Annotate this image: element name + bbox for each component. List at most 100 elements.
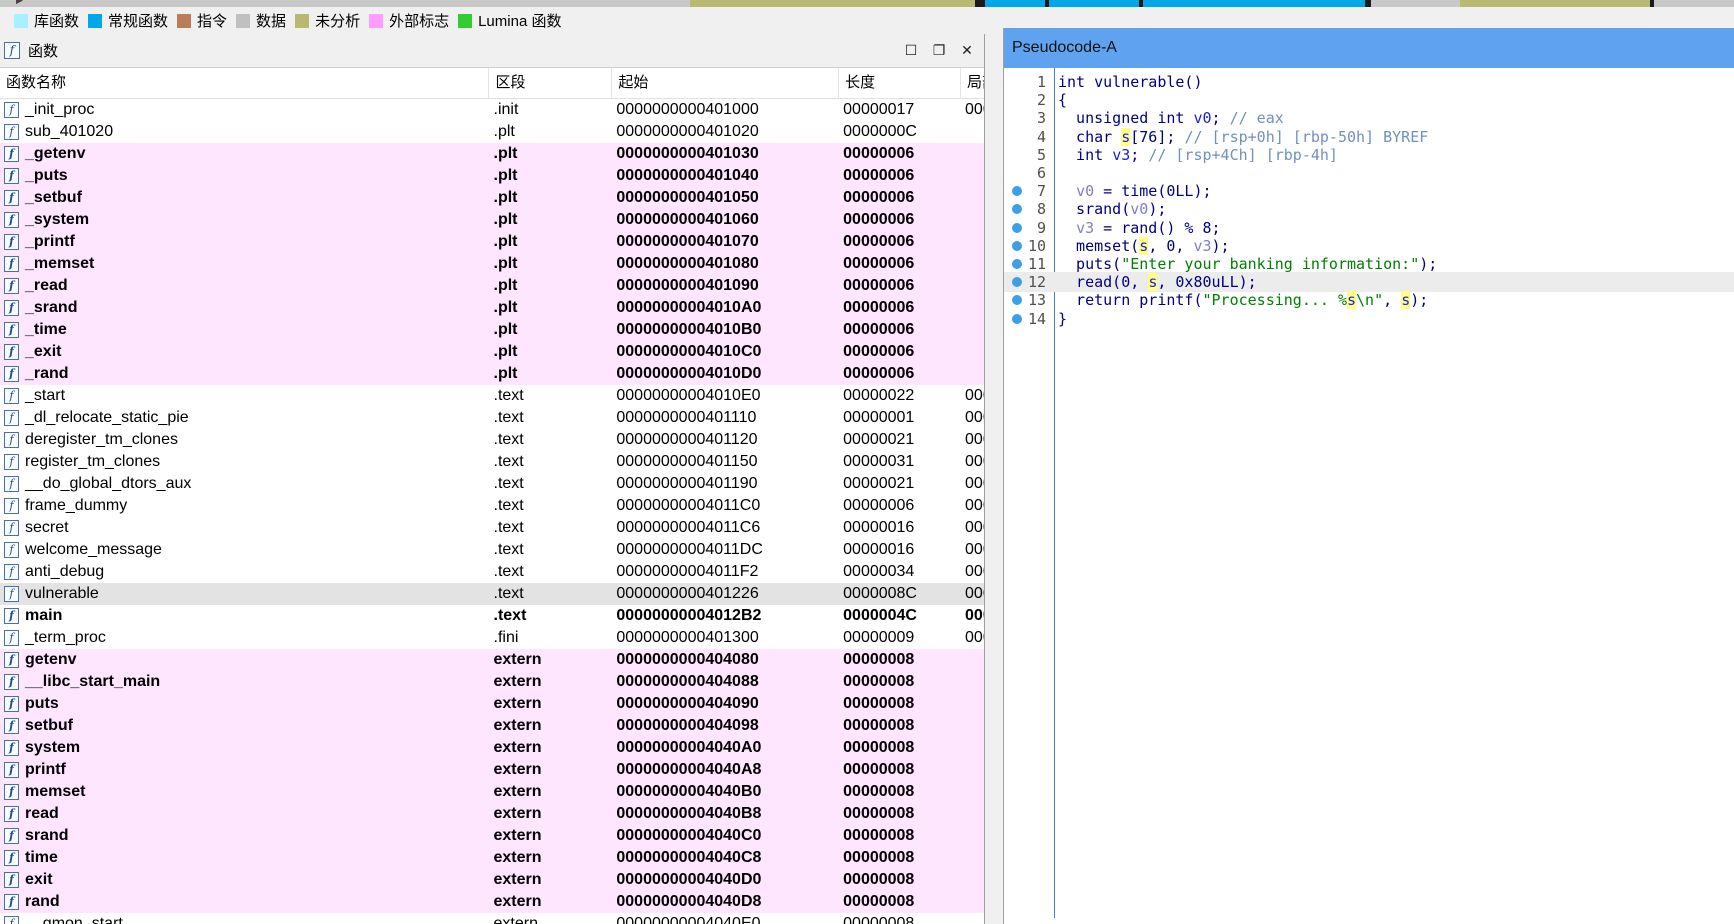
- function-row[interactable]: f puts extern 0000000000404090 00000008: [0, 693, 984, 715]
- function-row[interactable]: f exit extern 00000000004040D0 00000008: [0, 869, 984, 891]
- function-row[interactable]: f _dl_relocate_static_pie .text 00000000004…: [0, 407, 984, 429]
- function-row[interactable]: f _rand .plt 00000000004010D0 00000006: [0, 363, 984, 385]
- function-row[interactable]: f _setbuf .plt 0000000000401050 00000006: [0, 187, 984, 209]
- function-row[interactable]: f read extern 00000000004040B8 00000008: [0, 803, 984, 825]
- code-line[interactable]: 11 puts("Enter your banking information:…: [1004, 254, 1734, 274]
- function-icon: f: [4, 42, 20, 59]
- breakpoint-icon[interactable]: [1012, 240, 1022, 251]
- code-line[interactable]: 13 return printf("Processing... %s\n", s…: [1004, 290, 1734, 310]
- code-line[interactable]: 2{: [1004, 90, 1734, 110]
- function-row[interactable]: f _srand .plt 00000000004010A0 00000006: [0, 297, 984, 319]
- breakpoint-icon[interactable]: [1012, 186, 1022, 197]
- breakpoint-icon[interactable]: [1012, 313, 1022, 324]
- function-name: memset: [25, 783, 86, 800]
- function-local: 000: [965, 431, 984, 448]
- function-name-cell: f secret: [0, 517, 490, 539]
- maximize-icon[interactable]: ☐: [904, 42, 918, 59]
- code-line[interactable]: 6: [1004, 163, 1734, 183]
- code-token: = rand() % 8;: [1094, 218, 1221, 237]
- function-name: _start: [25, 387, 66, 404]
- breakpoint-icon[interactable]: [1012, 295, 1022, 306]
- function-row[interactable]: f printf extern 00000000004040A8 00000008: [0, 759, 984, 781]
- code-line[interactable]: 9 v3 = rand() % 8;: [1004, 218, 1734, 238]
- function-length: 00000021: [843, 475, 915, 492]
- function-length: 00000001: [843, 409, 915, 426]
- function-icon: f: [4, 520, 19, 536]
- function-icon: f: [4, 454, 19, 470]
- function-row[interactable]: f time extern 00000000004040C8 00000008: [0, 847, 984, 869]
- function-row[interactable]: f welcome_message .text 00000000004011DC 000…: [0, 539, 984, 561]
- function-start: 0000000000401300: [616, 629, 759, 646]
- function-row[interactable]: f _system .plt 0000000000401060 00000006: [0, 209, 984, 231]
- function-row[interactable]: f anti_debug .text 00000000004011F2 00000034…: [0, 561, 984, 583]
- column-header-start[interactable]: 起始: [612, 68, 840, 98]
- function-row[interactable]: f memset extern 00000000004040B0 00000008: [0, 781, 984, 803]
- code-line[interactable]: 1 int vulnerable(): [1004, 72, 1734, 92]
- function-local: 000: [965, 101, 984, 118]
- code-line[interactable]: 14}: [1004, 309, 1734, 329]
- column-header-segment[interactable]: 区段: [489, 68, 613, 98]
- breakpoint-icon[interactable]: [1012, 277, 1022, 288]
- code-line[interactable]: 10 memset(s, 0, v3);: [1004, 236, 1734, 256]
- function-start: 0000000000401110: [616, 409, 757, 426]
- function-row[interactable]: f vulnerable .text 0000000000401226 0000008C…: [0, 583, 984, 605]
- function-row[interactable]: f getenv extern 0000000000404080 00000008: [0, 649, 984, 671]
- column-header-local[interactable]: 局部: [961, 68, 984, 98]
- function-row[interactable]: f _printf .plt 0000000000401070 00000006: [0, 231, 984, 253]
- code-line[interactable]: 12 read(0, s, 0x80uLL);: [1004, 272, 1734, 293]
- function-row[interactable]: f system extern 00000000004040A0 00000008: [0, 737, 984, 759]
- close-icon[interactable]: ✕: [960, 42, 974, 59]
- function-segment: .plt: [493, 145, 518, 162]
- function-name: exit: [25, 871, 53, 888]
- function-row[interactable]: f __do_global_dtors_aux .text 0000000000401…: [0, 473, 984, 495]
- function-local: [961, 209, 984, 231]
- function-segment: extern: [493, 651, 542, 668]
- function-row[interactable]: f _getenv .plt 0000000000401030 00000006: [0, 143, 984, 165]
- function-segment: extern: [493, 871, 542, 888]
- code-line[interactable]: 3 unsigned int v0; // eax: [1004, 108, 1734, 128]
- navigation-band[interactable]: ▶: [0, 0, 1734, 7]
- breakpoint-icon[interactable]: [1012, 259, 1022, 269]
- function-row[interactable]: f srand extern 00000000004040C0 00000008: [0, 825, 984, 847]
- function-row[interactable]: f setbuf extern 0000000000404098 00000008: [0, 715, 984, 737]
- function-row[interactable]: f _exit .plt 00000000004010C0 00000006: [0, 341, 984, 363]
- function-segment: extern: [493, 783, 542, 800]
- pseudocode-tab[interactable]: Pseudocode-A: [1004, 28, 1734, 68]
- column-header-length[interactable]: 长度: [839, 68, 961, 98]
- function-row[interactable]: f _start .text 00000000004010E0 00000022 000: [0, 385, 984, 407]
- function-length: 00000008: [843, 651, 915, 668]
- code-text: v3 = rand() % 8;: [1058, 218, 1221, 238]
- function-segment: extern: [493, 695, 542, 712]
- column-header-name[interactable]: 函数名称: [0, 68, 490, 98]
- function-row[interactable]: f deregister_tm_clones .text 00000000004011…: [0, 429, 984, 451]
- code-line[interactable]: 5 int v3; // [rsp+4Ch] [rbp-4h]: [1004, 145, 1734, 165]
- code-line[interactable]: 4 char s[76]; // [rsp+0h] [rbp-50h] BYRE…: [1004, 127, 1734, 147]
- function-row[interactable]: f _read .plt 0000000000401090 00000006: [0, 275, 984, 297]
- function-length: 00000006: [843, 189, 915, 206]
- function-row[interactable]: f _memset .plt 0000000000401080 00000006: [0, 253, 984, 275]
- function-row[interactable]: f __gmon_start__ extern 00000000004040E0 000…: [0, 913, 984, 924]
- function-icon: f: [4, 542, 19, 558]
- function-name: __do_global_dtors_aux: [25, 475, 192, 492]
- function-row[interactable]: fmain.text00000000004012B20000004C000: [0, 605, 984, 627]
- restore-icon[interactable]: ❐: [932, 42, 946, 59]
- code-line[interactable]: 8 srand(v0);: [1004, 199, 1734, 219]
- function-row[interactable]: f frame_dummy .text 00000000004011C0 0000000…: [0, 495, 984, 517]
- function-row[interactable]: f _puts .plt 0000000000401040 00000006: [0, 165, 984, 187]
- function-segment: .text: [493, 409, 524, 426]
- function-row[interactable]: f _term_proc .fini 0000000000401300 00000009…: [0, 627, 984, 649]
- function-row[interactable]: f __libc_start_main extern 0000000000404088…: [0, 671, 984, 693]
- code-line[interactable]: 7 v0 = time(0LL);: [1004, 181, 1734, 201]
- breakpoint-icon[interactable]: [1012, 204, 1022, 215]
- breakpoint-icon[interactable]: [1012, 222, 1022, 233]
- function-length: 00000016: [843, 541, 915, 558]
- function-row[interactable]: fsecret.text00000000004011C600000016000: [0, 517, 984, 539]
- function-row[interactable]: f register_tm_clones .text 0000000000401150…: [0, 451, 984, 473]
- line-number: 11: [1027, 255, 1046, 273]
- function-row[interactable]: f sub_401020 .plt 0000000000401020 0000000C: [0, 121, 984, 143]
- function-row[interactable]: f rand extern 00000000004040D8 00000008: [0, 891, 984, 913]
- function-length: 00000006: [843, 167, 915, 184]
- function-row[interactable]: f _time .plt 00000000004010B0 00000006: [0, 319, 984, 341]
- function-name-cell: f _puts: [0, 165, 490, 187]
- function-row[interactable]: f _init_proc .init 0000000000401000 00000017…: [0, 99, 984, 121]
